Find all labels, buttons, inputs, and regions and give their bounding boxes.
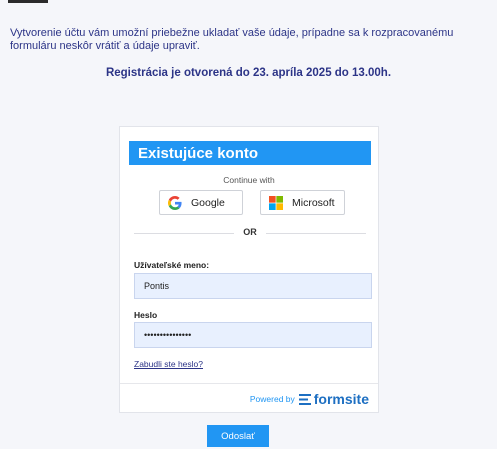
username-input[interactable]: Pontis — [134, 273, 372, 299]
username-label: Užívateľské meno: — [134, 260, 210, 270]
intro-text: Vytvorenie účtu vám umožní priebežne ukl… — [10, 27, 454, 52]
formsite-brand: formsite — [313, 391, 369, 407]
or-label: OR — [243, 227, 257, 237]
google-label: Google — [191, 196, 225, 209]
google-signin-button[interactable]: Google — [159, 190, 243, 215]
or-divider: OR — [134, 227, 366, 239]
microsoft-icon — [269, 195, 283, 210]
powered-separator — [120, 383, 378, 384]
microsoft-label: Microsoft — [292, 196, 335, 209]
submit-button[interactable]: Odoslať — [207, 425, 269, 447]
registration-notice: Registrácia je otvorená do 23. apríla 20… — [105, 67, 392, 79]
login-card: Existujúce konto Continue with Google Mi… — [119, 126, 379, 413]
powered-by-formsite[interactable]: Powered by formsite — [250, 391, 369, 407]
microsoft-signin-button[interactable]: Microsoft — [260, 190, 345, 215]
google-icon — [168, 195, 182, 210]
continue-with-label: Continue with — [223, 175, 275, 185]
password-label: Heslo — [134, 310, 158, 320]
top-bar-decoration — [8, 0, 48, 3]
card-title: Existujúce konto — [129, 141, 371, 165]
forgot-password-link[interactable]: Zabudli ste heslo? — [134, 359, 203, 369]
formsite-logo-icon — [298, 393, 311, 405]
password-input[interactable]: ••••••••••••••• — [134, 322, 372, 348]
powered-by-label: Powered by — [249, 394, 295, 404]
